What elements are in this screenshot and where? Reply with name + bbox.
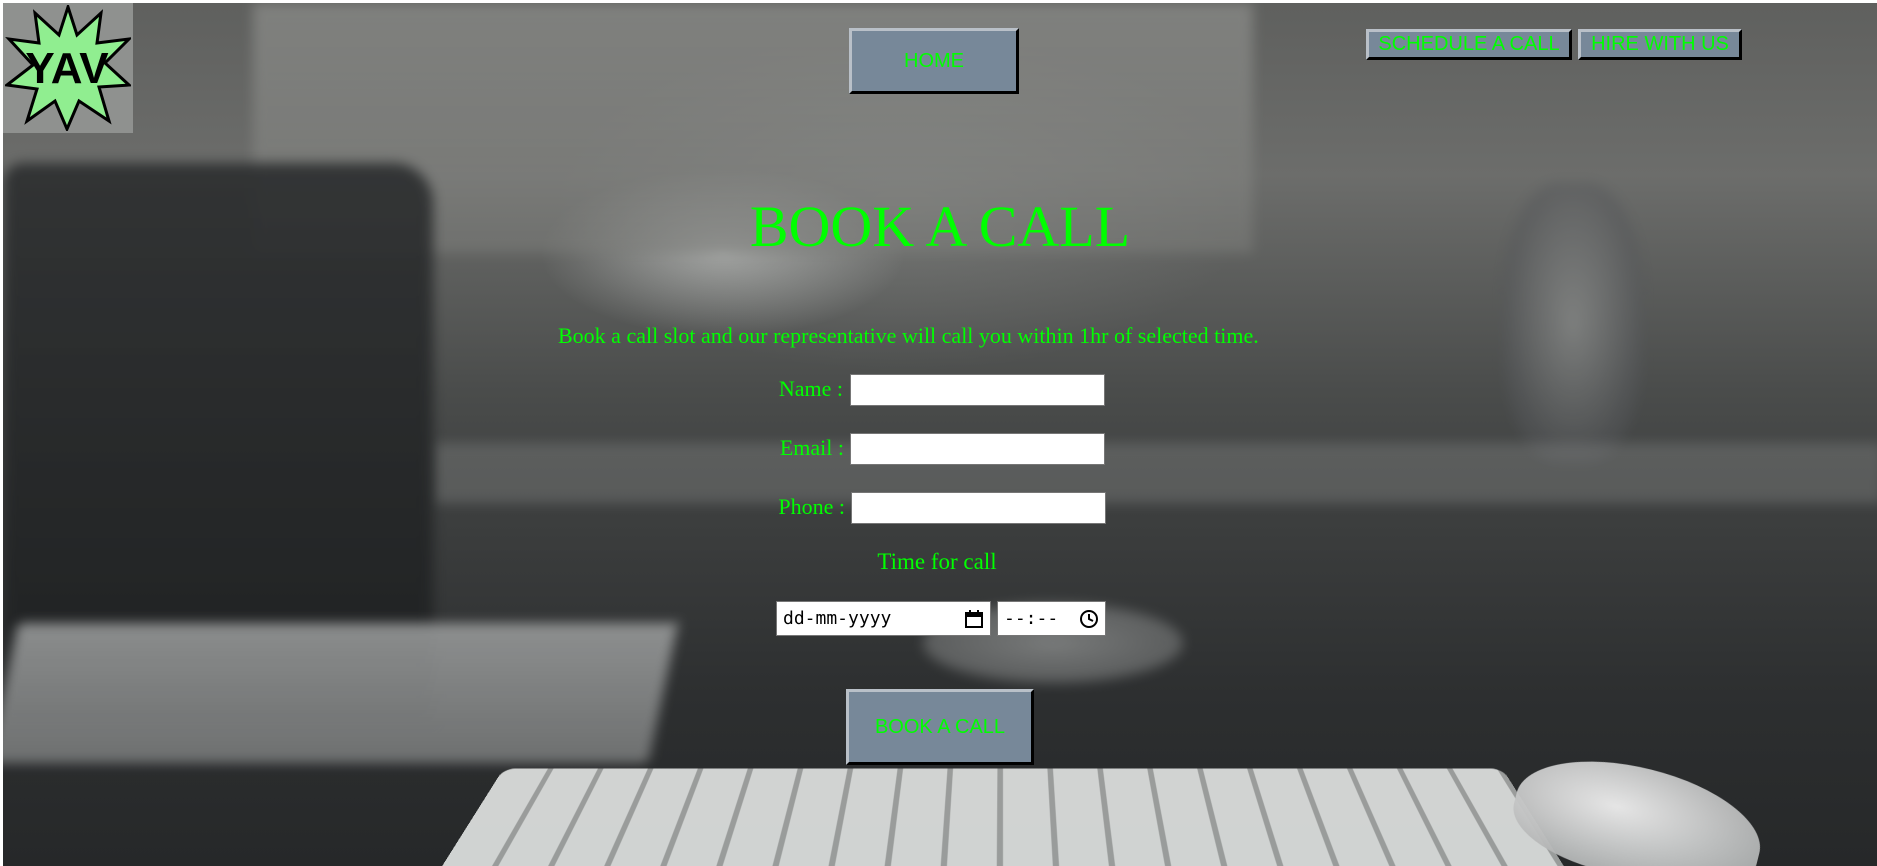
time-field[interactable]: --:-- [997,601,1106,636]
date-field[interactable]: dd-mm-yyyy [776,601,991,636]
background-keyboard-decor [415,768,1591,866]
clock-icon[interactable] [1079,609,1099,629]
hire-with-us-button[interactable]: HIRE WITH US [1578,29,1742,60]
email-label: Email : [779,435,844,460]
time-placeholder: --:-- [1004,608,1059,629]
schedule-call-button[interactable]: SCHEDULE A CALL [1366,29,1572,60]
name-label: Name : [778,376,843,401]
home-button[interactable]: HOME [849,28,1019,94]
background-laptop-base-decor [3,623,678,763]
page-background: YAV HOME SCHEDULE A CALL HIRE WITH US BO… [3,3,1877,866]
logo-text: YAV [25,44,109,93]
calendar-icon[interactable] [964,609,984,629]
page-subtitle: Book a call slot and our representative … [558,323,1259,348]
background-desk-decor [433,443,1877,503]
email-field[interactable] [850,433,1105,465]
phone-field[interactable] [851,492,1106,524]
site-logo[interactable]: YAV [3,3,133,133]
background-mouse-decor [1503,739,1773,866]
book-call-submit-button[interactable]: BOOK A CALL [846,689,1034,765]
time-for-call-label: Time for call [877,549,997,574]
name-field[interactable] [850,374,1105,406]
date-placeholder: dd-mm-yyyy [783,608,892,629]
comic-burst-logo-icon: YAV [5,5,131,131]
phone-label: Phone : [778,494,845,519]
page-title: BOOK A CALL [749,194,1131,259]
